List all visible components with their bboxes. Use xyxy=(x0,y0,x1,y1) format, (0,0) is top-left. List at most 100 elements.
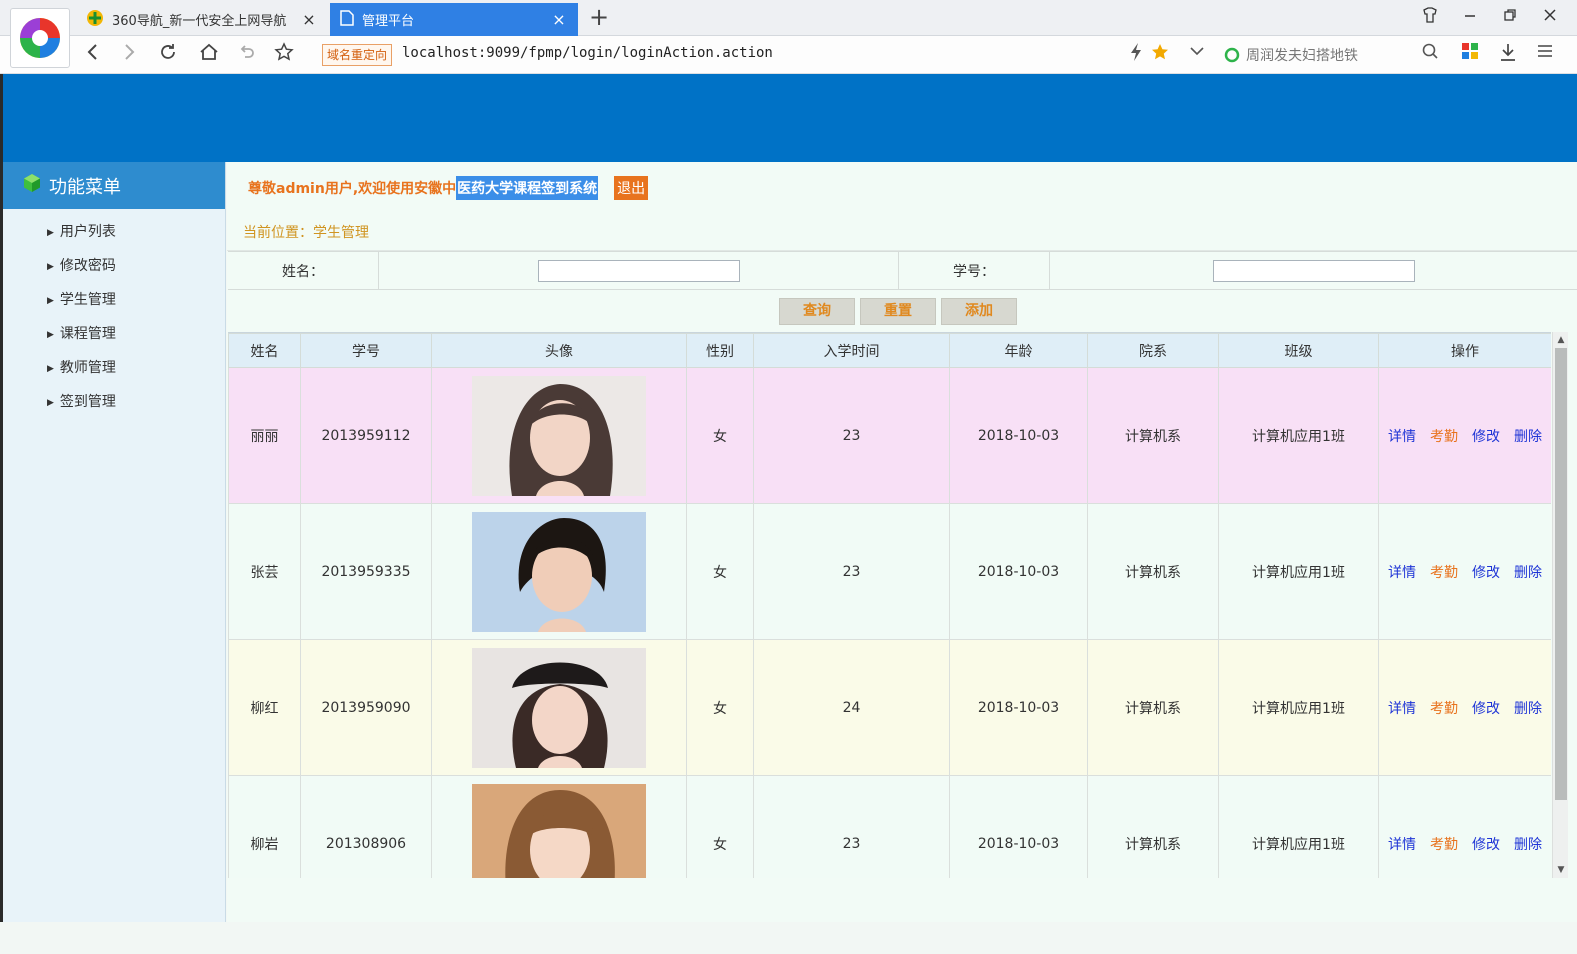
attendance-link[interactable]: 考勤 xyxy=(1430,701,1458,717)
address-bar[interactable]: localhost:9099/fpmp/login/loginAction.ac… xyxy=(402,45,773,61)
restore-icon[interactable] xyxy=(1498,6,1522,30)
scrollbar-thumb[interactable] xyxy=(1555,348,1567,800)
scroll-up-icon[interactable]: ▲ xyxy=(1553,332,1569,348)
name-label: 姓名： xyxy=(228,252,379,289)
bookmark-star-icon[interactable] xyxy=(1147,42,1173,68)
reset-button[interactable]: 重置 xyxy=(860,298,936,325)
chevron-down-icon[interactable] xyxy=(1184,42,1210,68)
table-row: 柳红 2013959090 女 24 2018-10-03 计算机系 计算机应用… xyxy=(228,639,1551,776)
cube-icon xyxy=(23,173,41,198)
tab-admin-platform[interactable]: 管理平台 × xyxy=(330,3,578,36)
student-table: 姓名 学号 头像 性别 入学时间 年龄 院系 班级 操作 丽丽 20139591… xyxy=(228,333,1551,878)
new-tab-button[interactable]: + xyxy=(585,4,613,32)
detail-link[interactable]: 详情 xyxy=(1388,837,1416,853)
query-button[interactable]: 查询 xyxy=(779,298,855,325)
browser-search-input[interactable] xyxy=(1246,42,1426,68)
lightning-icon[interactable] xyxy=(1123,42,1149,68)
home-icon[interactable] xyxy=(196,42,222,68)
browser-tab-bar: 360导航_新一代安全上网导航 × 管理平台 × + xyxy=(0,0,1577,36)
delete-link[interactable]: 删除 xyxy=(1514,565,1542,581)
search-icon[interactable] xyxy=(1417,42,1443,68)
cell-age: 2018-10-03 xyxy=(949,639,1088,776)
cell-operations: 详情 考勤 修改 删除 xyxy=(1378,503,1551,640)
student-table-container[interactable]: 姓名 学号 头像 性别 入学时间 年龄 院系 班级 操作 丽丽 20139591… xyxy=(228,332,1551,878)
tab-title: 360导航_新一代安全上网导航 xyxy=(112,14,287,29)
welcome-text: 尊敬admin用户,欢迎使用安徽中 xyxy=(248,181,457,197)
avatar xyxy=(472,647,646,768)
close-window-icon[interactable] xyxy=(1538,6,1562,30)
attendance-link[interactable]: 考勤 xyxy=(1430,429,1458,445)
cell-enroll: 23 xyxy=(753,367,950,504)
cell-student-id: 2013959090 xyxy=(300,639,432,776)
sidebar-item-checkin-management[interactable]: ▶ 签到管理 xyxy=(3,385,225,419)
cell-operations: 详情 考勤 修改 删除 xyxy=(1378,367,1551,504)
undo-close-icon[interactable] xyxy=(234,42,260,68)
site-favicon-icon xyxy=(86,9,104,31)
sidebar-item-label: 教师管理 xyxy=(59,360,116,376)
table-scrollbar[interactable]: ▲ ▼ xyxy=(1552,332,1568,878)
skin-icon[interactable] xyxy=(1418,6,1442,30)
cell-class: 计算机应用1班 xyxy=(1218,775,1379,878)
attendance-link[interactable]: 考勤 xyxy=(1430,837,1458,853)
reload-icon[interactable] xyxy=(155,42,181,68)
edit-link[interactable]: 修改 xyxy=(1472,701,1500,717)
sidebar-menu: ▶ 用户列表 ▶ 修改密码 ▶ 学生管理 ▶ 课程管理 ▶ 教师管理 ▶ 签到管理 xyxy=(3,209,225,419)
edit-link[interactable]: 修改 xyxy=(1472,565,1500,581)
delete-link[interactable]: 删除 xyxy=(1514,701,1542,717)
avatar xyxy=(472,783,646,878)
name-input[interactable] xyxy=(537,259,740,282)
action-buttons: 查询 重置 添加 xyxy=(779,298,1022,325)
minimize-icon[interactable] xyxy=(1458,6,1482,30)
detail-link[interactable]: 详情 xyxy=(1388,429,1416,445)
attendance-link[interactable]: 考勤 xyxy=(1430,565,1458,581)
column-header: 操作 xyxy=(1378,333,1551,368)
cell-student-id: 2013959112 xyxy=(300,367,432,504)
triangle-right-icon: ▶ xyxy=(47,296,54,306)
logout-button[interactable]: 退出 xyxy=(614,176,649,200)
apps-grid-icon[interactable] xyxy=(1457,42,1483,68)
column-header: 年龄 xyxy=(949,333,1088,368)
close-tab-icon[interactable]: × xyxy=(550,10,568,29)
add-button[interactable]: 添加 xyxy=(941,298,1017,325)
triangle-right-icon: ▶ xyxy=(47,398,54,408)
edit-link[interactable]: 修改 xyxy=(1472,429,1500,445)
column-header: 头像 xyxy=(431,333,687,368)
favorite-star-icon[interactable] xyxy=(271,42,297,68)
domain-redirect-badge[interactable]: 域名重定向 xyxy=(322,44,393,66)
cell-avatar xyxy=(431,639,687,776)
detail-link[interactable]: 详情 xyxy=(1388,565,1416,581)
close-tab-icon[interactable]: × xyxy=(300,10,318,29)
browser-search-box[interactable] xyxy=(1218,42,1448,68)
sidebar-item-label: 用户列表 xyxy=(59,224,116,240)
cell-name: 柳岩 xyxy=(228,775,301,878)
student-id-field-cell xyxy=(1050,252,1577,289)
sidebar-item-user-list[interactable]: ▶ 用户列表 xyxy=(3,215,225,249)
search-engine-icon xyxy=(1224,47,1240,67)
tab-360-nav[interactable]: 360导航_新一代安全上网导航 × xyxy=(76,3,328,36)
delete-link[interactable]: 删除 xyxy=(1514,837,1542,853)
scroll-down-icon[interactable]: ▼ xyxy=(1553,862,1569,878)
detail-link[interactable]: 详情 xyxy=(1388,701,1416,717)
cell-student-id: 201308906 xyxy=(300,775,432,878)
sidebar-item-course-management[interactable]: ▶ 课程管理 xyxy=(3,317,225,351)
browser-nav-bar: 域名重定向 localhost:9099/fpmp/login/loginAct… xyxy=(0,36,1577,74)
sidebar-item-teacher-management[interactable]: ▶ 教师管理 xyxy=(3,351,225,385)
sidebar-item-change-password[interactable]: ▶ 修改密码 xyxy=(3,249,225,283)
sidebar-item-student-management[interactable]: ▶ 学生管理 xyxy=(3,283,225,317)
edit-link[interactable]: 修改 xyxy=(1472,837,1500,853)
delete-link[interactable]: 删除 xyxy=(1514,429,1542,445)
back-icon[interactable] xyxy=(80,42,106,68)
menu-icon[interactable] xyxy=(1532,42,1558,68)
cell-enroll: 23 xyxy=(753,503,950,640)
forward-icon[interactable] xyxy=(116,42,142,68)
column-header: 姓名 xyxy=(228,333,301,368)
cell-age: 2018-10-03 xyxy=(949,775,1088,878)
name-field-cell xyxy=(379,252,899,289)
sidebar-header: 功能菜单 xyxy=(3,162,225,209)
student-id-input[interactable] xyxy=(1212,259,1415,282)
cell-avatar xyxy=(431,367,687,504)
browser-logo-icon[interactable] xyxy=(10,8,70,68)
cell-enroll: 23 xyxy=(753,775,950,878)
table-row: 丽丽 2013959112 女 23 2018-10-03 计算机系 计算机应用… xyxy=(228,367,1551,504)
download-icon[interactable] xyxy=(1495,42,1521,68)
